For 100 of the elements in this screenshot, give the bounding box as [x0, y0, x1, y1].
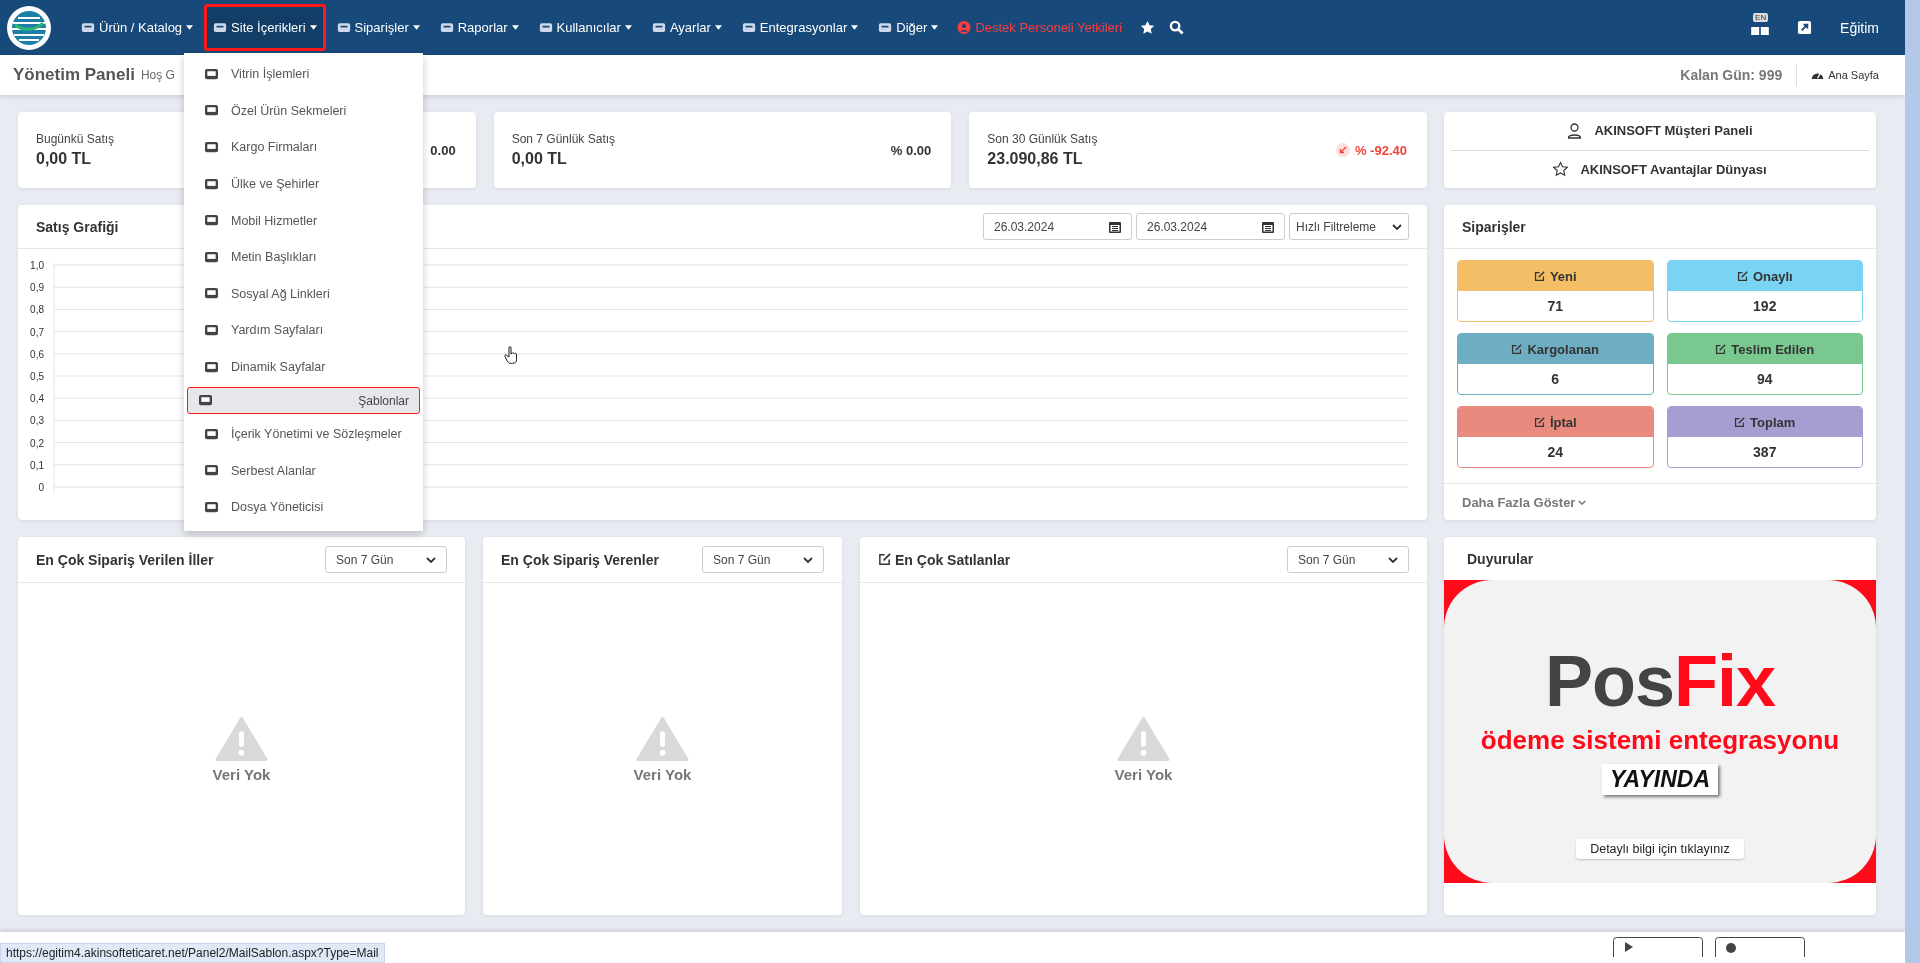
promo-banner[interactable]: PosFix ödeme sistemi entegrasyonu YAYINDA Detaylı bilgi için tıklayınız [1444, 580, 1876, 883]
dropdown-menu-item[interactable]: Vitrin İşlemleri [187, 57, 420, 91]
nav-menu-item[interactable]: Ürün / Katalog [72, 4, 203, 51]
quick-filter-select[interactable]: Hızlı Filtreleme [1289, 213, 1409, 240]
nav-menu-item[interactable]: Kullanıcılar [529, 4, 641, 51]
home-link[interactable]: Ana Sayfa [1811, 69, 1879, 81]
translate-icon[interactable] [1751, 26, 1770, 35]
store-badge-icon[interactable] [1715, 937, 1805, 957]
brand-wordmark: PosFix [1544, 644, 1776, 717]
nav-menu-item[interactable]: Siparişler [327, 4, 429, 51]
edit-icon [1734, 416, 1746, 428]
stat-value: 0,00 TL [511, 150, 568, 168]
warning-icon [636, 715, 689, 762]
order-status-tile[interactable]: İptal 24 [1457, 406, 1654, 468]
dropdown-menu-item[interactable]: İçerik Yönetimi ve Sözleşmeler [187, 417, 420, 451]
menu-item-icon [198, 394, 213, 408]
dropdown-menu-item[interactable]: Serbest Alanlar [187, 454, 420, 488]
menu-icon [741, 21, 756, 34]
banner-headline: ödeme sistemi entegrasyonu [1480, 724, 1840, 756]
menu-icon [336, 21, 351, 34]
dropdown-menu-item[interactable]: Yardım Sayfaları [187, 313, 420, 347]
dropdown-menu-item[interactable]: Şablonlar [187, 387, 420, 415]
order-status-tile[interactable]: Teslim Edilen 94 [1666, 333, 1863, 395]
days-left-text: Kalan Gün: 999 [1680, 67, 1783, 83]
caret-icon [714, 25, 722, 30]
warning-icon [1117, 715, 1170, 762]
status-label: Onaylı [1752, 268, 1793, 284]
menu-item-icon [204, 464, 219, 478]
orders-title: Siparişler [1462, 218, 1526, 235]
dropdown-menu-item[interactable]: Özel Ürün Sekmeleri [187, 94, 420, 128]
y-axis-tick-label: 0,4 [30, 393, 44, 405]
nav-menu-item[interactable]: Ayarlar [642, 4, 731, 51]
date-field[interactable]: 26.03.2024 [1136, 213, 1285, 240]
edit-icon [878, 553, 891, 566]
panel-title: En Çok Sipariş Verenler [501, 551, 659, 568]
nav-menu-item[interactable]: Entegrasyonlar [732, 4, 868, 51]
scrollbar[interactable] [1905, 0, 1920, 963]
chevron-down-icon [1392, 223, 1402, 230]
period-select[interactable]: Son 7 Gün [702, 546, 824, 573]
no-data-text: Veri Yok [212, 765, 271, 783]
globe-logo-icon[interactable] [6, 4, 52, 51]
language-badge: EN [1753, 12, 1769, 22]
order-status-tile[interactable]: Yeni 71 [1457, 260, 1654, 322]
chevron-down-icon [426, 556, 436, 563]
order-status-tile[interactable]: Onaylı 192 [1666, 260, 1863, 322]
date-field[interactable]: 26.03.2024 [983, 213, 1132, 240]
caret-icon [624, 25, 632, 30]
dropdown-menu-item[interactable]: Metin Başlıkları [187, 240, 420, 274]
y-axis-tick-label: 0,8 [30, 304, 44, 316]
user-name[interactable]: Eğitim [1840, 19, 1879, 36]
page-title: Yönetim Paneli [13, 65, 135, 85]
stat-value: 23.090,86 TL [987, 150, 1084, 168]
warning-icon [215, 715, 268, 762]
menu-item-icon [204, 177, 219, 191]
edit-icon [1736, 270, 1748, 282]
external-link-icon[interactable] [1797, 20, 1813, 35]
dropdown-menu-item[interactable]: Kargo Firmaları [187, 131, 420, 164]
menu-icon [538, 21, 553, 34]
caret-icon [309, 25, 317, 30]
store-badge-icon[interactable] [1613, 937, 1703, 957]
stat-label: Son 30 Günlük Satış [987, 132, 1098, 146]
nav-menu-item[interactable]: Site İçerikleri [204, 4, 326, 51]
y-axis-tick-label: 0,6 [30, 348, 44, 360]
status-bar-url: https://egitim4.akinsofteticaret.net/Panel2/MailSablon.aspx?Type=Mail [0, 943, 385, 963]
y-axis-tick-label: 0,7 [30, 326, 44, 338]
status-count: 24 [1546, 443, 1565, 462]
nav-menu-item[interactable]: Raporlar [430, 4, 528, 51]
nav-menu-item[interactable]: Diğer [869, 4, 948, 51]
dropdown-menu-item[interactable]: Dosya Yöneticisi [187, 490, 420, 524]
dropdown-menu-item[interactable]: Dinamik Sayfalar [187, 350, 420, 384]
advantages-link[interactable]: AKINSOFT Avantajlar Dünyası [1451, 150, 1869, 188]
calendar-icon [1262, 220, 1274, 233]
show-more-link[interactable]: Daha Fazla Göster [1444, 483, 1876, 520]
search-icon[interactable] [1169, 20, 1185, 35]
dropdown-menu-item[interactable]: Ülke ve Şehirler [187, 167, 420, 201]
chevron-down-icon [1388, 556, 1398, 563]
dropdown-menu-item[interactable]: Mobil Hizmetler [187, 204, 420, 238]
edit-icon [1533, 416, 1545, 428]
order-status-tile[interactable]: Kargolanan 6 [1457, 333, 1654, 395]
chevron-down-icon [803, 556, 813, 563]
star-icon[interactable] [1140, 20, 1156, 35]
y-axis-tick-label: 0,2 [30, 437, 44, 449]
calendar-icon [1109, 220, 1121, 233]
order-status-tile[interactable]: Toplam 387 [1666, 406, 1863, 468]
dropdown-menu-item[interactable]: Sosyal Ağ Linkleri [187, 277, 420, 311]
status-count: 71 [1546, 297, 1565, 316]
menu-item-icon [204, 287, 219, 301]
menu-item-icon [204, 214, 219, 228]
edit-icon [1511, 343, 1523, 355]
period-select[interactable]: Son 7 Gün [1287, 546, 1409, 573]
period-select[interactable]: Son 7 Gün [325, 546, 447, 573]
y-axis-tick-label: 0,3 [30, 415, 44, 427]
no-data-text: Veri Yok [1114, 765, 1173, 783]
change-percent: % 0.00 [890, 142, 932, 158]
caret-icon [851, 25, 859, 30]
customer-panel-link[interactable]: AKINSOFT Müşteri Paneli [1451, 112, 1869, 150]
menu-icon [878, 21, 893, 34]
star-icon [1553, 161, 1569, 178]
status-count: 94 [1755, 370, 1774, 389]
stat-label: Bugünkü Satış [36, 132, 115, 146]
